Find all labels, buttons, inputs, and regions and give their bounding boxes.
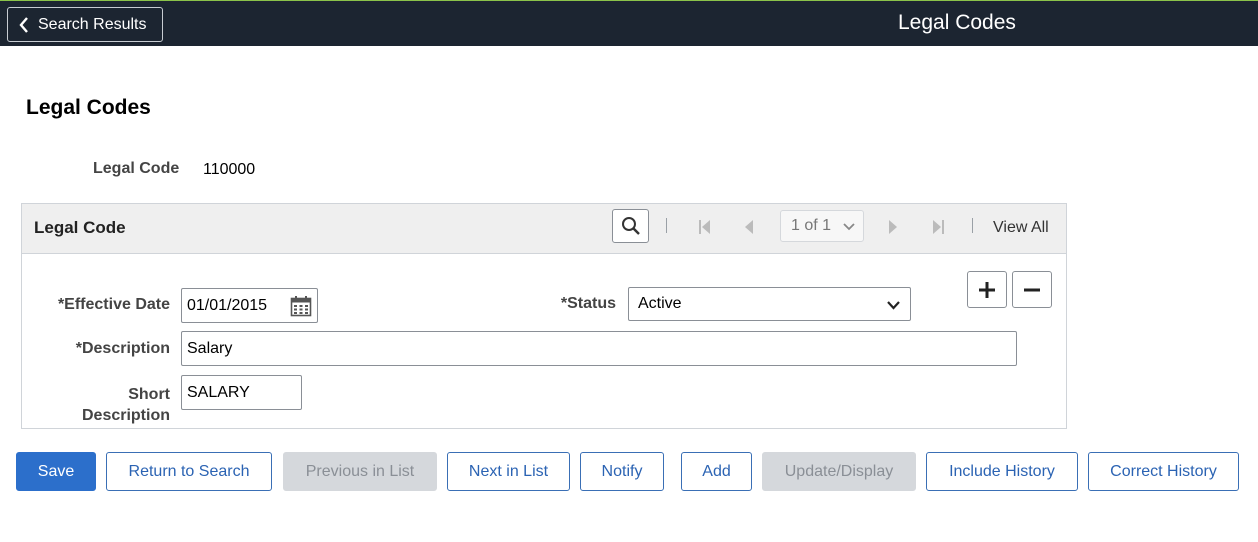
effective-date-label: *Effective Date [57,296,170,313]
correct-history-button[interactable]: Correct History [1088,452,1239,491]
short-description-label-line1: Short [128,386,170,403]
include-history-button[interactable]: Include History [926,452,1078,491]
legal-code-grid: Legal Code 1 of 1 View All *Effective Da… [21,203,1067,429]
plus-icon [979,281,995,298]
status-value: Active [638,295,682,312]
chevron-left-icon [19,16,28,33]
short-description-value: SALARY [187,383,250,401]
search-icon [621,217,640,235]
chevron-down-icon [887,301,900,310]
view-all-link[interactable]: View All [993,219,1049,237]
page-title: Legal Codes [26,96,151,119]
save-button[interactable]: Save [16,452,96,491]
page-selector[interactable]: 1 of 1 [780,210,864,242]
short-description-field[interactable]: SALARY [181,375,302,410]
last-page-icon[interactable] [931,219,945,235]
search-results-back-button[interactable]: Search Results [7,7,163,42]
update-display-button[interactable]: Update/Display [762,452,916,491]
first-page-icon[interactable] [698,219,712,235]
chevron-down-icon [843,223,855,231]
add-row-button[interactable] [967,271,1007,308]
next-page-icon[interactable] [888,219,898,235]
grid-header: Legal Code 1 of 1 View All [22,204,1066,254]
previous-in-list-button[interactable]: Previous in List [283,452,437,491]
effective-date-field[interactable]: 01/01/2015 [181,288,318,323]
add-button[interactable]: Add [681,452,752,491]
page-indicator: 1 of 1 [791,217,832,234]
previous-page-icon[interactable] [744,219,754,235]
separator [972,218,973,233]
legal-code-label: Legal Code [93,160,180,177]
minus-icon [1024,288,1040,291]
short-description-label-line2: Description [81,407,170,424]
return-to-search-button[interactable]: Return to Search [106,452,272,491]
legal-code-value: 110000 [203,161,256,178]
status-select[interactable]: Active [628,287,911,321]
grid-title: Legal Code [34,218,126,237]
short-description-label: Short Description [52,384,170,426]
app-title: Legal Codes [898,11,1016,34]
calendar-icon[interactable] [290,295,312,317]
top-bar: Search Results Legal Codes [0,0,1258,46]
effective-date-value: 01/01/2015 [187,296,268,314]
description-label: *Description [75,340,170,357]
delete-row-button[interactable] [1012,271,1052,308]
notify-button[interactable]: Notify [580,452,664,491]
separator [666,218,667,233]
status-label: *Status [560,295,616,312]
description-field[interactable]: Salary [181,331,1017,366]
next-in-list-button[interactable]: Next in List [447,452,570,491]
back-button-label: Search Results [38,15,147,33]
description-value: Salary [187,339,233,357]
grid-search-button[interactable] [612,209,649,243]
